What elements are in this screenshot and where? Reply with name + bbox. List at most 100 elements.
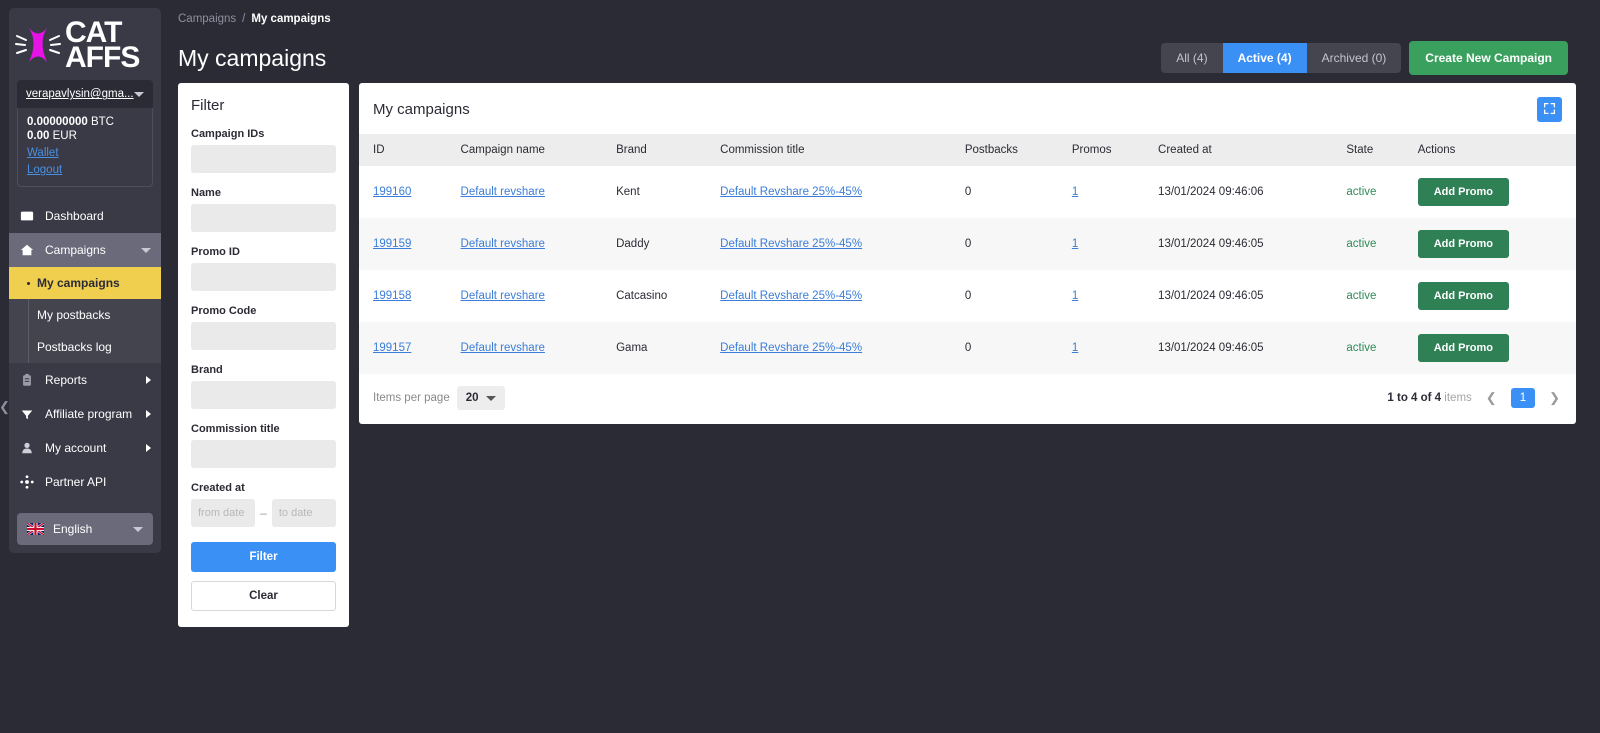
date-from-input[interactable] (191, 499, 256, 527)
breadcrumb-parent[interactable]: Campaigns (178, 13, 236, 25)
cell-postbacks: 0 (964, 238, 972, 250)
sidebar-item-dashboard[interactable]: Dashboard (9, 199, 161, 233)
add-promo-button[interactable]: Add Promo (1417, 282, 1509, 310)
campaign-name-link[interactable]: Default revshare (461, 238, 545, 250)
language-selector[interactable]: English (17, 513, 153, 546)
sidebar-collapse-toggle[interactable]: ❮ (0, 390, 10, 424)
label-name: Name (191, 187, 221, 199)
balance-btc: 0.00000000 BTC (27, 116, 143, 128)
promos-link[interactable]: 1 (1072, 186, 1078, 198)
cell-id: 199158 (359, 270, 453, 322)
sidebar: CAT AFFS verapavlysin@gma... 0.00000000 … (0, 0, 170, 733)
promo-id-input[interactable] (191, 263, 336, 291)
commission-title-link[interactable]: Default Revshare 25%-45% (720, 186, 862, 198)
table-row: 199159 Default revshare Daddy Default Re… (359, 218, 1576, 270)
cell-created-at: 13/01/2024 09:46:05 (1158, 238, 1264, 250)
balance-panel: 0.00000000 BTC 0.00 EUR Wallet Logout (17, 108, 153, 188)
cell-promos: 1 (1064, 270, 1150, 322)
breadcrumb-separator: / (242, 13, 246, 25)
campaign-id-link[interactable]: 199157 (373, 342, 411, 354)
campaign-name-link[interactable]: Default revshare (461, 342, 545, 354)
label-commission-title: Commission title (191, 423, 280, 435)
add-promo-button[interactable]: Add Promo (1417, 334, 1509, 362)
cell-promos: 1 (1064, 218, 1150, 270)
col-campaign-name: Campaign name (452, 134, 609, 166)
date-range-separator: – (260, 506, 267, 520)
cell-actions: Add Promo (1410, 322, 1576, 374)
items-per-page-select[interactable]: 20 (456, 386, 505, 410)
create-new-campaign-button[interactable]: Create New Campaign (1409, 41, 1568, 75)
commission-title-link[interactable]: Default Revshare 25%-45% (720, 290, 862, 302)
balance-eur-unit: EUR (52, 130, 77, 143)
tab-active[interactable]: Active (4) (1222, 43, 1307, 73)
campaign-id-link[interactable]: 199159 (373, 238, 411, 250)
add-promo-button[interactable]: Add Promo (1417, 178, 1509, 206)
sidebar-label-my-postbacks: My postbacks (37, 308, 111, 323)
pagination-items-word: items (1444, 392, 1472, 404)
tab-all[interactable]: All (4) (1161, 43, 1222, 73)
campaign-name-link[interactable]: Default revshare (461, 290, 545, 302)
col-created-at: Created at (1150, 134, 1339, 166)
cell-id: 199160 (359, 166, 453, 218)
col-brand: Brand (608, 134, 713, 166)
table-body: 199160 Default revshare Kent Default Rev… (359, 166, 1576, 374)
sidebar-item-my-postbacks[interactable]: My postbacks (9, 299, 161, 332)
filter-panel-title: Filter (191, 97, 225, 114)
commission-title-link[interactable]: Default Revshare 25%-45% (720, 342, 862, 354)
uk-flag-icon (26, 522, 45, 537)
promos-link[interactable]: 1 (1072, 342, 1078, 354)
promos-link[interactable]: 1 (1072, 238, 1078, 250)
sidebar-label-affiliate-program: Affiliate program (45, 407, 133, 422)
cell-state: active (1338, 270, 1409, 322)
commission-title-input[interactable] (191, 440, 336, 468)
label-promo-id: Promo ID (191, 246, 240, 258)
cell-id: 199157 (359, 322, 453, 374)
sidebar-label-my-campaigns: My campaigns (37, 276, 120, 291)
clipboard-icon (19, 372, 35, 388)
add-promo-button[interactable]: Add Promo (1417, 230, 1509, 258)
logout-link[interactable]: Logout (27, 164, 143, 176)
pagination-prev-icon[interactable]: ❮ (1484, 390, 1499, 406)
breadcrumb: Campaigns / My campaigns (178, 13, 1576, 25)
sidebar-item-my-account[interactable]: My account (9, 431, 161, 465)
sidebar-label-postbacks-log: Postbacks log (37, 340, 112, 355)
commission-title-link[interactable]: Default Revshare 25%-45% (720, 238, 862, 250)
pagination-page-1[interactable]: 1 (1510, 388, 1536, 408)
status-badge: active (1346, 342, 1377, 354)
wallet-link[interactable]: Wallet (27, 147, 143, 159)
sidebar-item-partner-api[interactable]: Partner API (9, 465, 161, 499)
sidebar-item-reports[interactable]: Reports (9, 363, 161, 397)
account-email: verapavlysin@gma... (26, 88, 134, 101)
campaign-name-link[interactable]: Default revshare (461, 186, 545, 198)
fullscreen-button[interactable] (1537, 97, 1562, 122)
sidebar-item-affiliate-program[interactable]: Affiliate program (9, 397, 161, 431)
campaign-id-link[interactable]: 199158 (373, 290, 411, 302)
cell-commission-title: Default Revshare 25%-45% (712, 270, 957, 322)
pagination-next-icon[interactable]: ❯ (1547, 390, 1562, 406)
campaign-ids-input[interactable] (191, 145, 336, 173)
topbar: Campaigns / My campaigns My campaigns Al… (170, 0, 1600, 75)
campaign-id-link[interactable]: 199160 (373, 186, 411, 198)
name-input[interactable] (191, 204, 336, 232)
chevron-down-icon (141, 247, 151, 253)
date-to-input[interactable] (271, 499, 336, 527)
promo-code-input[interactable] (191, 322, 336, 350)
status-badge: active (1346, 238, 1377, 250)
home-icon (19, 242, 35, 258)
fullscreen-icon (1543, 102, 1556, 118)
table-row: 199157 Default revshare Gama Default Rev… (359, 322, 1576, 374)
chevron-right-icon (146, 376, 151, 385)
brand-input[interactable] (191, 381, 336, 409)
app-root: CAT AFFS verapavlysin@gma... 0.00000000 … (0, 0, 1600, 733)
sidebar-item-my-campaigns[interactable]: My campaigns (9, 267, 161, 300)
promos-link[interactable]: 1 (1072, 290, 1078, 302)
table-row: 199158 Default revshare Catcasino Defaul… (359, 270, 1576, 322)
sidebar-nav: Dashboard Campaigns My campaigns My post… (9, 199, 161, 499)
filter-button[interactable]: Filter (191, 542, 336, 572)
tab-archived[interactable]: Archived (0) (1307, 43, 1402, 73)
sidebar-item-campaigns[interactable]: Campaigns (9, 233, 161, 268)
account-selector[interactable]: verapavlysin@gma... (17, 80, 153, 109)
clear-button[interactable]: Clear (191, 581, 336, 611)
sidebar-item-postbacks-log[interactable]: Postbacks log (9, 331, 161, 364)
monitor-icon (19, 208, 35, 224)
